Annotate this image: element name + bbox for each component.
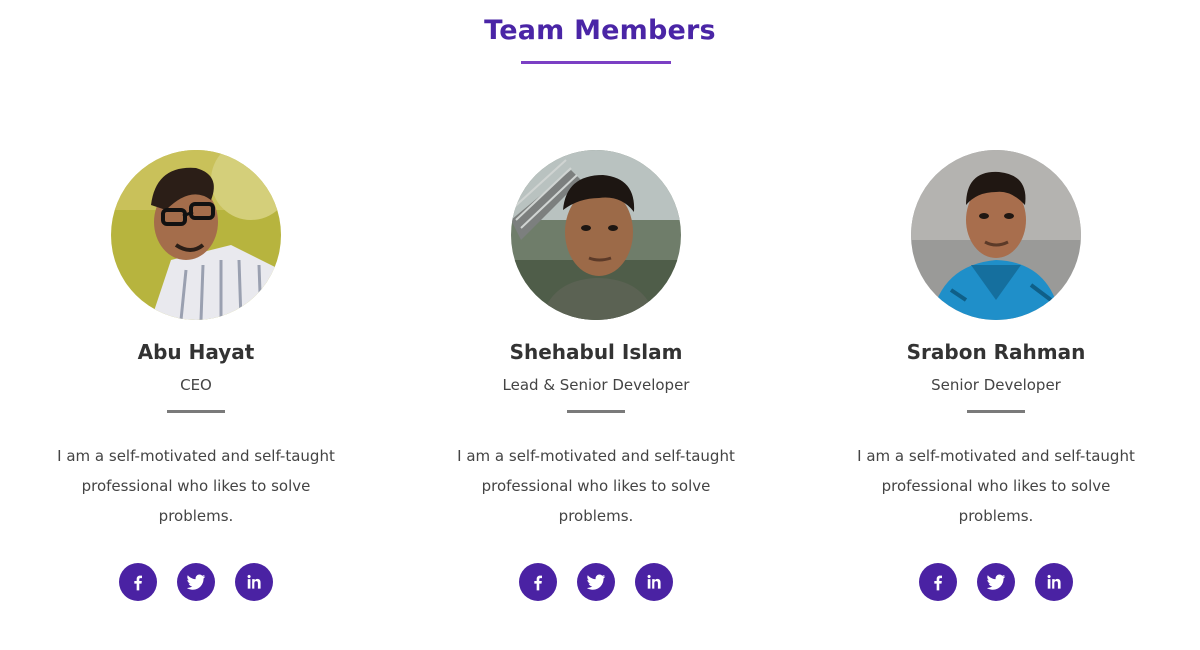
team-card: Srabon Rahman Senior Developer I am a se… [826,150,1166,601]
twitter-icon [586,574,606,590]
linkedin-button[interactable] [635,563,673,601]
team-card: Abu Hayat CEO I am a self-motivated and … [26,150,366,601]
divider [967,410,1025,413]
bio-line: I am a self-motivated and self-taught [57,447,335,465]
bio-line: professional who likes to solve problems… [881,477,1111,525]
social-links [826,563,1166,601]
member-name: Shehabul Islam [509,340,683,364]
twitter-icon [186,574,206,590]
divider [567,410,625,413]
bio-line: professional who likes to solve problems… [481,477,711,525]
avatar [111,150,281,320]
member-name: Srabon Rahman [906,340,1086,364]
facebook-button[interactable] [919,563,957,601]
member-role: Lead & Senior Developer [502,376,690,394]
social-links [426,563,766,601]
avatar [911,150,1081,320]
member-bio: I am a self-motivated and self-taught pr… [446,441,746,531]
bio-line: I am a self-motivated and self-taught [857,447,1135,465]
member-bio: I am a self-motivated and self-taught pr… [46,441,346,531]
twitter-button[interactable] [577,563,615,601]
facebook-button[interactable] [519,563,557,601]
twitter-button[interactable] [177,563,215,601]
title-underline [521,61,671,64]
member-role: CEO [180,376,212,394]
divider [167,410,225,413]
linkedin-icon [1047,574,1061,589]
team-card: Shehabul Islam Lead & Senior Developer I… [426,150,766,601]
social-links [26,563,366,601]
team-section: Team Members Abu Hayat CEO I am a self-m… [0,0,1200,650]
avatar [511,150,681,320]
facebook-icon [534,575,542,591]
twitter-icon [986,574,1006,590]
member-bio: I am a self-motivated and self-taught pr… [846,441,1146,531]
member-name: Abu Hayat [137,340,255,364]
bio-line: professional who likes to solve problems… [81,477,311,525]
linkedin-icon [247,574,261,589]
linkedin-button[interactable] [235,563,273,601]
facebook-button[interactable] [119,563,157,601]
linkedin-icon [647,574,661,589]
facebook-icon [134,575,142,591]
section-title: Team Members [484,15,716,46]
facebook-icon [934,575,942,591]
linkedin-button[interactable] [1035,563,1073,601]
bio-line: I am a self-motivated and self-taught [457,447,735,465]
member-role: Senior Developer [931,376,1061,394]
twitter-button[interactable] [977,563,1015,601]
